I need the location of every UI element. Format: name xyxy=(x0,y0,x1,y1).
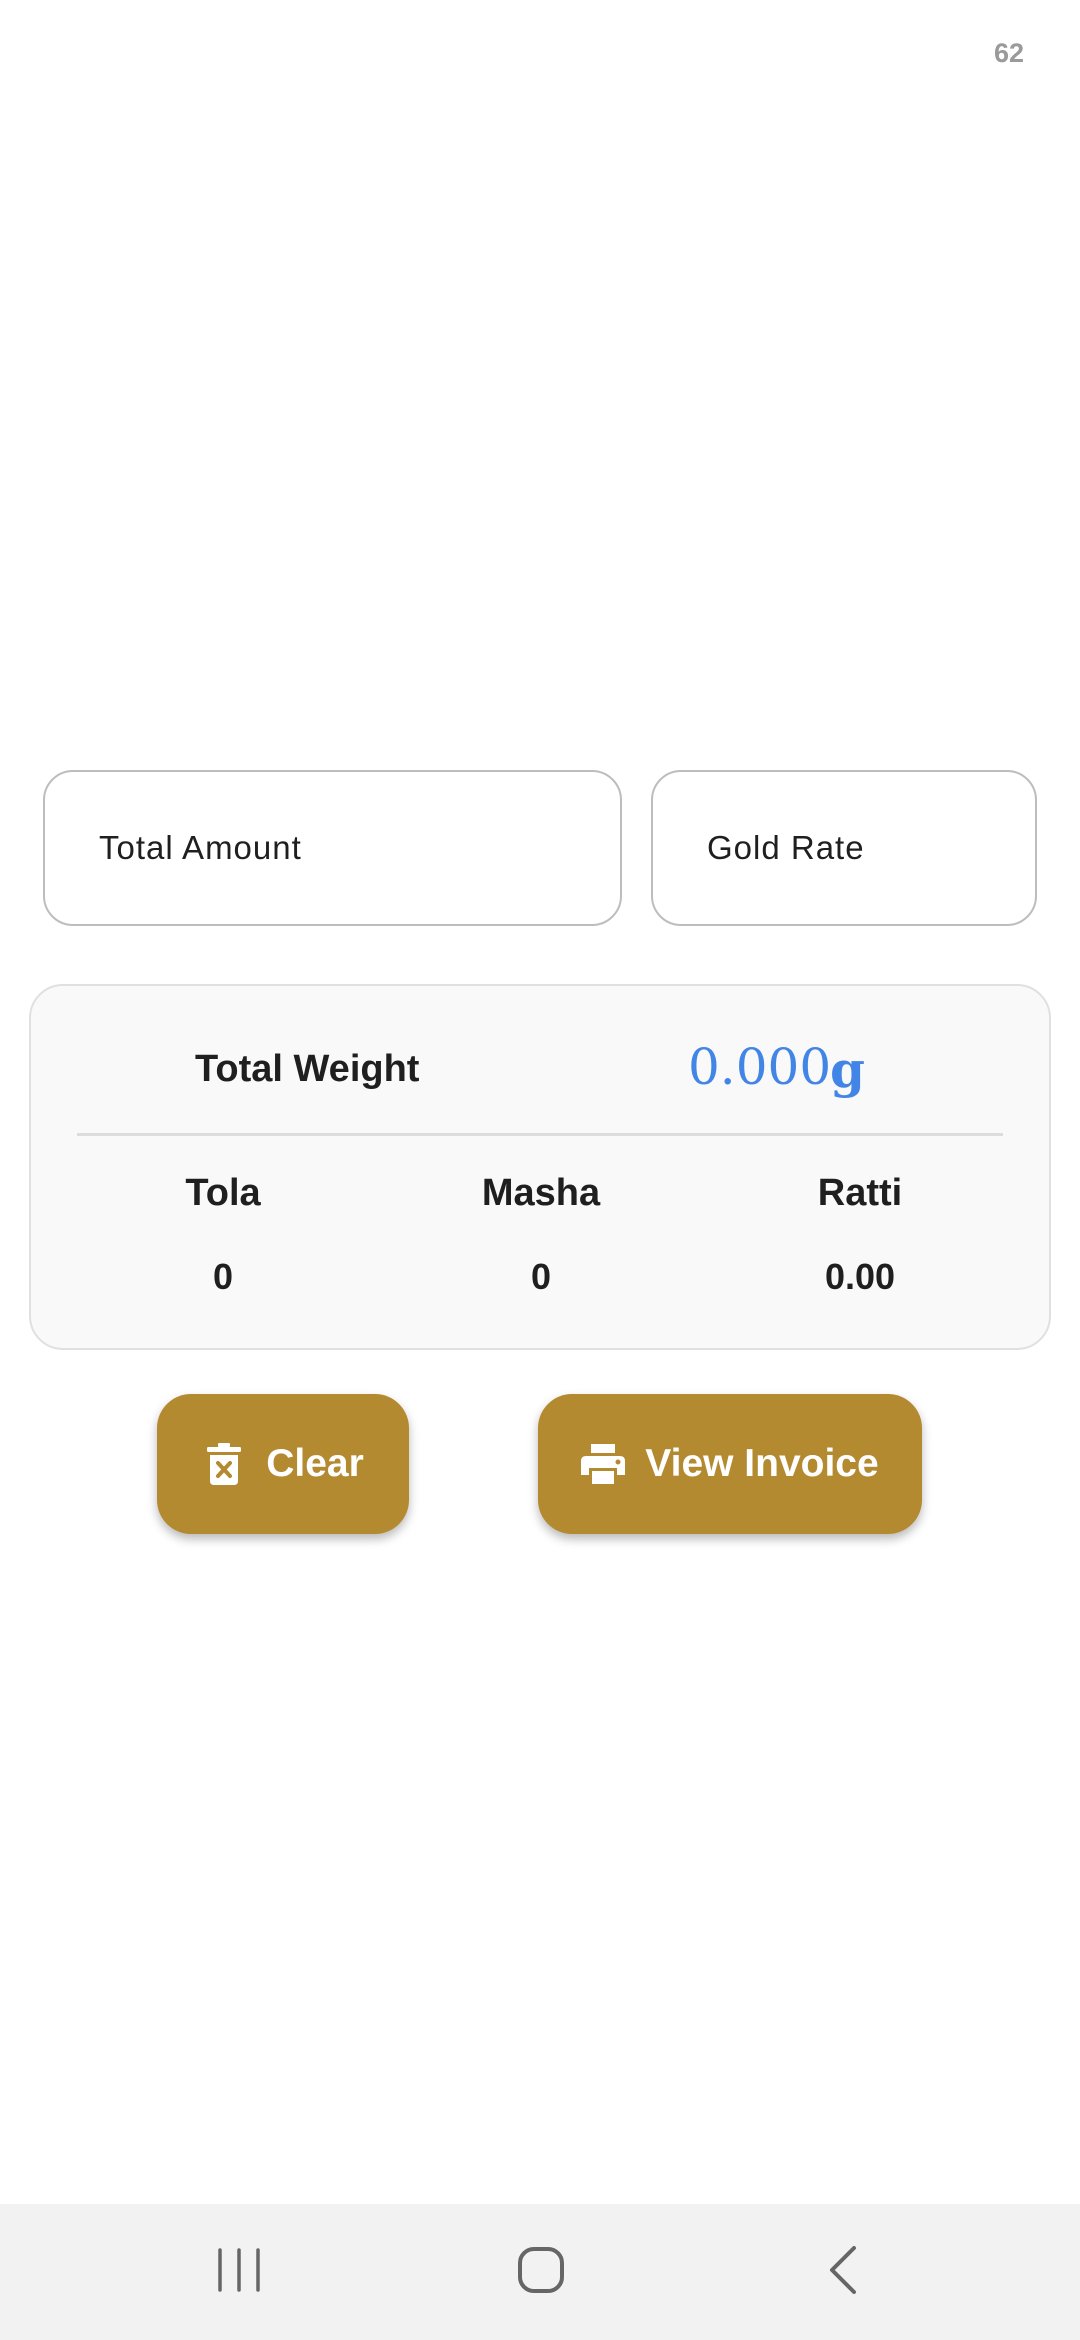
clear-button-label: Clear xyxy=(266,1442,364,1485)
tola-value: 0 xyxy=(212,1256,234,1297)
total-weight-value: 0.000 xyxy=(688,1038,832,1096)
total-weight-label: Total Weight xyxy=(195,1048,420,1090)
status-indicator: 62 xyxy=(993,38,1024,68)
navigation-bar xyxy=(0,2204,1080,2340)
masha-column: Masha 0 xyxy=(431,1171,651,1299)
home-icon xyxy=(517,2246,565,2299)
ratti-label: Ratti xyxy=(817,1172,903,1214)
tola-column: Tola 0 xyxy=(113,1171,333,1299)
trash-icon xyxy=(202,1442,246,1486)
total-weight-unit: g xyxy=(830,1040,865,1099)
back-icon xyxy=(826,2245,860,2300)
masha-label: Masha xyxy=(481,1172,601,1214)
gold-rate-field[interactable] xyxy=(651,770,1037,926)
home-button[interactable] xyxy=(501,2242,581,2302)
total-amount-field[interactable] xyxy=(43,770,622,926)
recents-icon xyxy=(216,2247,262,2297)
total-amount-input[interactable] xyxy=(99,772,594,924)
total-weight-card: Total Weight 0.000 g Tola 0 Masha 0 Ratt… xyxy=(29,984,1051,1350)
recents-button[interactable] xyxy=(199,2242,279,2302)
gold-rate-input[interactable] xyxy=(707,772,1009,924)
view-invoice-button-label: View Invoice xyxy=(645,1442,879,1485)
ratti-column: Ratti 0.00 xyxy=(750,1171,970,1299)
back-button[interactable] xyxy=(803,2242,883,2302)
tola-label: Tola xyxy=(185,1172,261,1214)
ratti-value: 0.00 xyxy=(824,1256,896,1297)
printer-icon xyxy=(581,1442,626,1486)
masha-value: 0 xyxy=(530,1256,552,1297)
card-divider xyxy=(77,1133,1003,1136)
view-invoice-button[interactable]: View Invoice xyxy=(538,1394,922,1534)
clear-button[interactable]: Clear xyxy=(157,1394,409,1534)
